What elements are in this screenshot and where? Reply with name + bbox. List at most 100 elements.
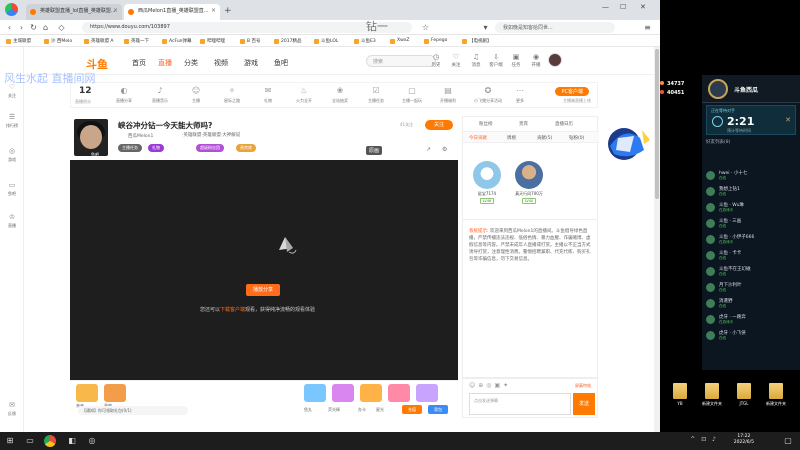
share-icon[interactable]: ↗ xyxy=(426,146,431,153)
friend-row[interactable]: 斗鱼 · 三画 在线 xyxy=(706,218,796,230)
feature-star[interactable]: ✧ 星际之路 xyxy=(219,86,245,104)
streamer-avatar[interactable]: 鱼吧 xyxy=(74,119,108,156)
feature-play[interactable]: ▢ 主播一起玩 xyxy=(399,86,425,104)
history-button[interactable]: ◷ 历史 xyxy=(428,53,444,68)
menu-icon[interactable]: ≡ xyxy=(642,22,653,33)
rank-tab-today[interactable]: 今日贡献 xyxy=(469,135,487,141)
close-window-icon[interactable]: ✕ xyxy=(640,3,646,11)
gift-notice[interactable]: 【通知】你可领取礼包(0/1) xyxy=(78,406,188,415)
nav-yuba[interactable]: 鱼吧 xyxy=(274,58,288,68)
bookmark-item[interactable]: XwxZ xyxy=(390,38,410,44)
desktop-icon[interactable]: JTGL xyxy=(732,383,756,406)
friend-row[interactable]: 斗鱼 · Wu琳 在游戏中 xyxy=(706,202,796,214)
badge-gift[interactable]: 礼物 xyxy=(148,144,164,152)
url-input[interactable]: https://www.douyu.com/103897 xyxy=(82,22,412,33)
feature-more[interactable]: ⋯ 更多 xyxy=(507,86,533,104)
bookmark-item[interactable]: 【电视剧】 xyxy=(462,38,492,44)
message-button[interactable]: ♫ 消息 xyxy=(468,53,484,68)
room-category[interactable]: ·英雄联盟·英雄联盟·大神解说 xyxy=(182,132,240,138)
game-avatar[interactable] xyxy=(708,79,728,99)
sidebar-item-feedback[interactable]: ✉ 反馈 xyxy=(0,401,24,417)
play-share-button[interactable]: 播放分享 xyxy=(246,284,280,296)
backpack-button[interactable]: 背包 xyxy=(428,405,448,414)
gift-item[interactable] xyxy=(304,384,326,402)
rank-tab-contrib[interactable]: 贡献(5) xyxy=(537,135,552,141)
feature-share[interactable]: ◐ 直播分享 xyxy=(111,86,137,104)
chrome-taskbar-icon[interactable] xyxy=(44,435,56,447)
tab-close-icon[interactable]: × xyxy=(113,7,118,14)
broadcast-button[interactable]: ◉ 开播 xyxy=(528,53,544,68)
desktop-icon[interactable]: YB xyxy=(668,383,692,406)
tab-1[interactable]: 英雄联盟直播_lol直播_英雄联盟... × xyxy=(26,4,122,20)
sidebar-item-yuba[interactable]: ▭ 鱼吧 xyxy=(0,181,24,197)
feature-task[interactable]: ☑ 主播任务 xyxy=(363,86,389,104)
rank-user[interactable]: 鲨宝7174 LV46 xyxy=(469,161,505,204)
new-tab-button[interactable]: + xyxy=(224,6,232,16)
page-scrollbar[interactable] xyxy=(654,47,660,432)
desktop-icon[interactable]: 新建文件夹 xyxy=(700,383,724,407)
gift-item[interactable] xyxy=(76,384,98,402)
event-badge-icon[interactable] xyxy=(600,120,656,168)
chat-input[interactable]: 点击发送弹幕 xyxy=(469,393,571,415)
friend-row[interactable]: 消遣野 在线 xyxy=(706,298,796,310)
bookmark-item[interactable]: 2017精品 xyxy=(274,38,301,44)
task-view-icon[interactable]: ▭ xyxy=(24,435,36,447)
bookmark-item[interactable]: B 百号 xyxy=(240,38,261,44)
recharge-button[interactable]: 充值 xyxy=(402,405,422,414)
windows-start-icon[interactable]: ⊞ xyxy=(4,435,16,447)
tab-close-icon[interactable]: × xyxy=(211,7,216,14)
tab-2[interactable]: 西瓜Melon1直播_英雄联盟直... × xyxy=(124,4,220,20)
app-taskbar-icon[interactable]: ◧ xyxy=(66,435,78,447)
bookmark-item[interactable]: 斗鱼LOL xyxy=(314,38,338,44)
app-taskbar-icon-2[interactable]: ◎ xyxy=(86,435,98,447)
feature-pig[interactable]: ✪ 小飞猪分享活动 xyxy=(471,86,505,104)
forward-icon[interactable]: › xyxy=(16,22,27,33)
badge-task[interactable]: 主播任务 xyxy=(118,144,142,152)
bookmark-item[interactable]: 哔哩哔哩 xyxy=(200,38,225,44)
download-client-link[interactable]: 下载客户端 xyxy=(220,307,245,313)
dropdown-icon[interactable]: ▾ xyxy=(480,22,491,33)
desktop-icon[interactable]: 新建文件夹 xyxy=(764,383,788,407)
friend-row[interactable]: 斗鱼 · 小伊子666 在游戏中 xyxy=(706,234,796,246)
friend-row[interactable]: 我想上钻1 在线 xyxy=(706,186,796,198)
friend-row[interactable]: 虎牙 · 一路奔 在游戏中 xyxy=(706,314,796,326)
friend-row[interactable]: 虎牙 · 小飞侠 在线 xyxy=(706,330,796,342)
notification-icon[interactable]: ▢ xyxy=(782,435,794,447)
minimize-icon[interactable]: — xyxy=(602,3,609,11)
gift-item[interactable] xyxy=(388,384,410,402)
maximize-icon[interactable]: ☐ xyxy=(620,3,626,11)
rank-user[interactable]: 真天行风700万 LV40 xyxy=(511,161,547,204)
bookmark-item[interactable]: Fepego xyxy=(424,38,447,44)
site-search-input[interactable]: 搜索 xyxy=(366,55,436,67)
tab-fans-rank[interactable]: 粉丝榜 xyxy=(479,121,493,127)
gift-item[interactable] xyxy=(332,384,354,402)
user-avatar[interactable] xyxy=(548,53,562,67)
gift-item[interactable] xyxy=(360,384,382,402)
nav-home[interactable]: 首页 xyxy=(132,58,146,68)
bookmark-item[interactable]: 沙 西Melo xyxy=(44,38,72,44)
friend-row[interactable]: 月下沙利叶 在线 xyxy=(706,282,796,294)
rank-tab-week[interactable]: 周榜 xyxy=(507,135,516,141)
nav-game[interactable]: 游戏 xyxy=(244,58,258,68)
sidebar-item-rank[interactable]: ☰ 排行榜 xyxy=(0,113,24,129)
follow-button[interactable]: 关注 xyxy=(425,120,453,130)
bookmark-item[interactable]: 斗鱼E3 xyxy=(354,38,376,44)
feature-music[interactable]: ♪ 直播音乐 xyxy=(147,86,173,104)
feature-anchor[interactable]: ☺ 主播 xyxy=(183,86,209,104)
cancel-queue-icon[interactable]: ✕ xyxy=(785,116,791,124)
video-player[interactable]: 播放分享 您还可以下载客户端观看，获得纯净流畅的观看体验 xyxy=(70,160,458,380)
browser-logo-icon[interactable] xyxy=(5,3,18,16)
reload-icon[interactable]: ↻ xyxy=(28,22,39,33)
bookmark-item[interactable]: AcFun弹幕 xyxy=(162,38,192,44)
send-button[interactable]: 发送 xyxy=(573,393,595,415)
friend-row[interactable]: 斗鱼不在王幻磁 在线 xyxy=(706,266,796,278)
bookmark-item[interactable]: 英雄联盟 A xyxy=(84,38,114,44)
pc-client-button[interactable]: PC客户端 xyxy=(555,87,589,96)
system-tray[interactable]: ^ ⊡ ♪ xyxy=(690,436,718,443)
feature-welfare[interactable]: ▤ 开播福利 xyxy=(435,86,461,104)
nav-video[interactable]: 视频 xyxy=(214,58,228,68)
quality-badge[interactable]: 原画 xyxy=(366,146,383,155)
bookmark-star-icon[interactable]: ☆ xyxy=(420,22,431,33)
follow-button[interactable]: ♡ 关注 xyxy=(448,53,464,68)
bookmark-item[interactable]: 英雄一下 xyxy=(124,38,149,44)
